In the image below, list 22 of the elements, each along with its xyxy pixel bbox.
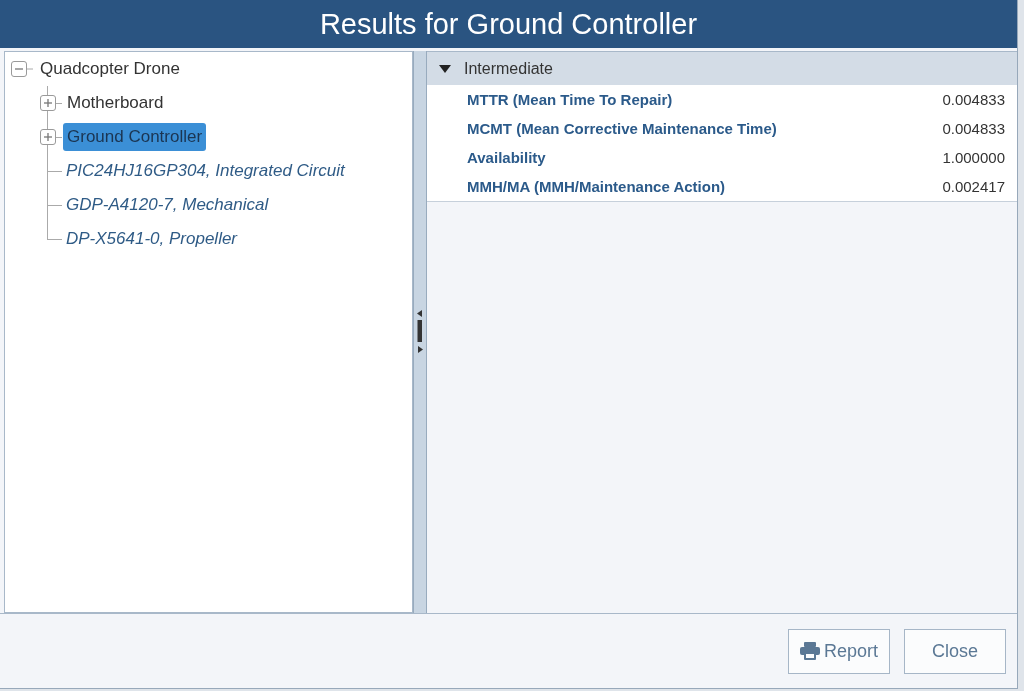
printer-icon <box>800 642 820 660</box>
metric-value: 0.004833 <box>942 91 1005 108</box>
plus-square-icon[interactable] <box>40 129 56 145</box>
metric-label: MCMT (Mean Corrective Maintenance Time) <box>467 120 777 137</box>
metric-label: MMH/MA (MMH/Maintenance Action) <box>467 178 726 195</box>
metric-value: 0.004833 <box>942 120 1005 137</box>
metric-label: Availability <box>467 149 546 166</box>
section-header[interactable]: Intermediate <box>427 52 1017 85</box>
section-title: Intermediate <box>464 59 553 78</box>
close-button[interactable]: Close <box>904 628 1006 674</box>
metric-value: 1.000000 <box>942 149 1005 166</box>
minus-square-icon[interactable] <box>11 61 33 77</box>
metric-label: MTTR (Mean Time To Repair) <box>467 91 673 108</box>
report-button[interactable]: Report <box>788 628 890 674</box>
tree-item[interactable]: Ground Controller <box>63 123 207 151</box>
metric-value: 0.002417 <box>942 178 1005 195</box>
tree-item[interactable]: Quadcopter Drone <box>36 55 184 83</box>
plus-square-icon[interactable] <box>40 95 56 111</box>
splitter-grip-icon[interactable] <box>417 310 423 354</box>
triangle-down-icon[interactable] <box>439 64 451 73</box>
dialog-title: Results for Ground Controller <box>319 7 698 41</box>
tree-item[interactable]: Motherboard <box>63 89 168 117</box>
